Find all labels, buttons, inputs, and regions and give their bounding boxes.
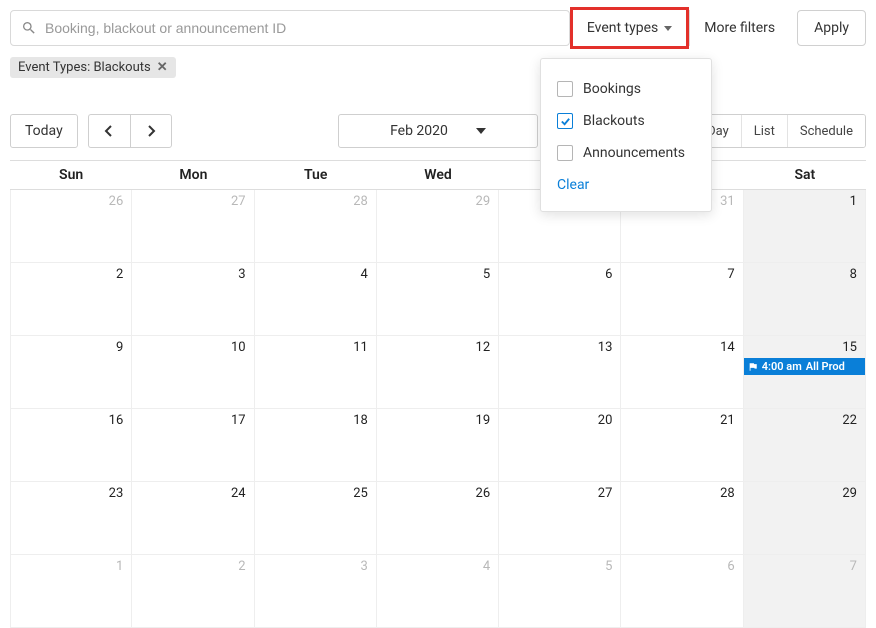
search-icon [21,20,37,36]
date-cell[interactable]: 17 [132,409,254,482]
filter-chip-label: Event Types: Blackouts [18,60,151,75]
flag-icon [748,362,758,372]
date-cell[interactable]: 28 [621,482,743,555]
date-cell[interactable]: 18 [255,409,377,482]
date-cell[interactable]: 5 [499,555,621,628]
date-cell[interactable]: 27 [132,190,254,263]
option-label: Blackouts [583,113,645,129]
checkbox-unchecked-icon [557,81,573,97]
date-cell[interactable]: 10 [132,336,254,409]
option-label: Bookings [583,81,641,97]
date-cell[interactable]: 26 [10,190,132,263]
date-cell[interactable]: 19 [377,409,499,482]
date-cell[interactable]: 15 4:00 am All Prod [744,336,866,409]
filter-option-bookings[interactable]: Bookings [557,73,695,105]
event-time: 4:00 am [762,360,802,373]
date-cell[interactable]: 13 [499,336,621,409]
date-cell[interactable]: 29 [744,482,866,555]
day-header-sat: Sat [744,161,866,190]
date-cell[interactable]: 2 [132,555,254,628]
date-cell[interactable]: 7 [621,263,743,336]
caret-down-icon [476,128,486,134]
view-tab-schedule[interactable]: Schedule [788,115,865,147]
search-input[interactable] [45,20,559,36]
today-button[interactable]: Today [10,114,78,148]
date-cell[interactable]: 21 [621,409,743,482]
date-cell[interactable]: 5 [377,263,499,336]
day-header-sun: Sun [10,161,132,190]
more-filters-button[interactable]: More filters [689,10,789,46]
view-tabs: Day List Schedule [694,114,866,148]
date-cell[interactable]: 8 [744,263,866,336]
date-cell[interactable]: 28 [255,190,377,263]
close-icon[interactable]: ✕ [157,60,168,75]
day-header-wed: Wed [377,161,499,190]
search-wrapper [10,10,570,46]
month-label: Feb 2020 [390,123,448,139]
apply-button[interactable]: Apply [797,10,866,46]
date-cell[interactable]: 1 [10,555,132,628]
date-cell[interactable]: 9 [10,336,132,409]
date-cell[interactable]: 2 [10,263,132,336]
date-cell[interactable]: 26 [377,482,499,555]
date-cell[interactable]: 25 [255,482,377,555]
filter-chip-event-types[interactable]: Event Types: Blackouts ✕ [10,57,176,78]
date-cell[interactable]: 14 [621,336,743,409]
date-cell[interactable]: 3 [132,263,254,336]
event-types-dropdown-button[interactable]: Event types [570,7,689,49]
date-cell[interactable]: 12 [377,336,499,409]
date-cell[interactable]: 24 [132,482,254,555]
caret-down-icon [664,26,672,31]
date-cell[interactable]: 22 [744,409,866,482]
day-header-tue: Tue [255,161,377,190]
date-cell[interactable]: 29 [377,190,499,263]
day-header-mon: Mon [132,161,254,190]
clear-filters-link[interactable]: Clear [557,169,695,197]
date-cell[interactable]: 27 [499,482,621,555]
date-cell[interactable]: 6 [499,263,621,336]
checkbox-checked-icon [557,113,573,129]
chevron-right-icon [146,125,156,137]
date-cell[interactable]: 7 [744,555,866,628]
date-cell[interactable]: 11 [255,336,377,409]
next-button[interactable] [130,114,172,148]
prev-button[interactable] [88,114,130,148]
date-cell[interactable]: 4 [255,263,377,336]
date-cell[interactable]: 23 [10,482,132,555]
date-cell[interactable]: 1 [744,190,866,263]
date-cell[interactable]: 20 [499,409,621,482]
date-cell[interactable]: 6 [621,555,743,628]
date-cell[interactable]: 16 [10,409,132,482]
event-types-label: Event types [587,20,658,36]
filter-option-blackouts[interactable]: Blackouts [557,105,695,137]
month-picker[interactable]: Feb 2020 [338,114,538,148]
event-title: All Prod [806,360,845,373]
chevron-left-icon [104,125,114,137]
option-label: Announcements [583,145,685,161]
event-types-popover: Bookings Blackouts Announcements Clear [540,58,712,212]
checkbox-unchecked-icon [557,145,573,161]
view-tab-list[interactable]: List [742,115,788,147]
filter-option-announcements[interactable]: Announcements [557,137,695,169]
date-cell[interactable]: 3 [255,555,377,628]
date-cell[interactable]: 4 [377,555,499,628]
calendar-event[interactable]: 4:00 am All Prod [744,358,865,375]
